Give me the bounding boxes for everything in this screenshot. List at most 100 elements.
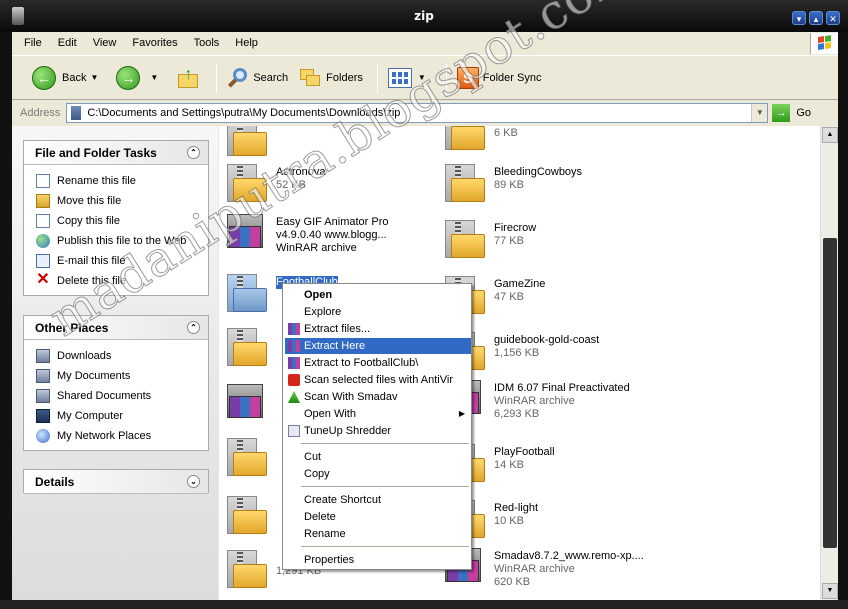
file-item[interactable]: BleedingCowboys 89 KB bbox=[441, 162, 582, 204]
address-dropdown-icon[interactable]: ▼ bbox=[751, 104, 768, 122]
place-network[interactable]: My Network Places bbox=[36, 426, 208, 446]
file-item[interactable]: 6 KB bbox=[441, 126, 518, 152]
scroll-up-icon[interactable]: ▲ bbox=[822, 127, 838, 143]
scroll-thumb[interactable] bbox=[823, 238, 837, 548]
file-item[interactable]: Astronova 52 KB bbox=[223, 162, 326, 204]
task-copy[interactable]: Copy this file bbox=[36, 211, 208, 231]
ctx-open[interactable]: Open bbox=[285, 287, 471, 303]
file-item[interactable] bbox=[223, 326, 267, 368]
forward-button[interactable]: → ▼ bbox=[112, 63, 168, 93]
back-dropdown-icon[interactable]: ▼ bbox=[90, 73, 98, 82]
file-item[interactable] bbox=[223, 494, 267, 536]
windows-logo bbox=[810, 33, 838, 54]
collapse-chevron-icon[interactable]: ⌃ bbox=[187, 146, 200, 159]
folder-sync-button[interactable]: S Folder Sync bbox=[453, 63, 546, 93]
close-button[interactable]: ✕ bbox=[826, 11, 840, 25]
file-item[interactable]: Firecrow 77 KB bbox=[441, 218, 536, 260]
file-tasks-header[interactable]: File and Folder Tasks ⌃ bbox=[24, 141, 208, 165]
task-publish[interactable]: Publish this file to the Web bbox=[36, 231, 208, 251]
zip-folder-icon bbox=[223, 272, 267, 314]
file-type: WinRAR archive bbox=[276, 242, 357, 254]
task-label: Delete this file bbox=[57, 275, 127, 287]
go-button[interactable]: → Go bbox=[772, 104, 811, 122]
search-button[interactable]: Search bbox=[223, 63, 292, 93]
menu-separator bbox=[301, 546, 469, 547]
place-shared-documents[interactable]: Shared Documents bbox=[36, 386, 208, 406]
ctx-explore[interactable]: Explore bbox=[285, 304, 471, 320]
folder-sync-label: Folder Sync bbox=[482, 71, 542, 84]
address-input[interactable]: C:\Documents and Settings\putra\My Docum… bbox=[66, 103, 769, 123]
menu-tools[interactable]: Tools bbox=[186, 32, 228, 54]
ctx-create-shortcut[interactable]: Create Shortcut bbox=[285, 492, 471, 508]
menu-help[interactable]: Help bbox=[227, 32, 266, 54]
file-name: GameZine bbox=[494, 278, 546, 290]
views-dropdown-icon[interactable]: ▼ bbox=[418, 73, 426, 82]
expand-chevron-icon[interactable]: ⌄ bbox=[187, 475, 200, 488]
winrar-icon bbox=[288, 323, 300, 335]
file-name: BleedingCowboys bbox=[494, 166, 583, 178]
smadav-icon bbox=[288, 391, 300, 403]
back-button[interactable]: ← Back ▼ bbox=[28, 63, 108, 93]
menu-favorites[interactable]: Favorites bbox=[124, 32, 185, 54]
folder-icon bbox=[36, 349, 50, 363]
ctx-delete[interactable]: Delete bbox=[285, 509, 471, 525]
taskbar[interactable] bbox=[0, 600, 848, 609]
forward-dropdown-icon[interactable]: ▼ bbox=[150, 73, 158, 82]
winrar-icon bbox=[288, 357, 300, 369]
task-move[interactable]: Move this file bbox=[36, 191, 208, 211]
ctx-extract-here[interactable]: Extract Here bbox=[285, 338, 471, 354]
file-name: Firecrow bbox=[494, 222, 537, 234]
ctx-cut[interactable]: Cut bbox=[285, 449, 471, 465]
back-label: Back bbox=[62, 71, 87, 84]
ctx-open-with[interactable]: Open With ▶ bbox=[285, 406, 471, 422]
ctx-rename[interactable]: Rename bbox=[285, 526, 471, 542]
file-size: 6,293 KB bbox=[494, 408, 540, 420]
details-header[interactable]: Details ⌄ bbox=[24, 470, 208, 494]
collapse-chevron-icon[interactable]: ⌃ bbox=[187, 321, 200, 334]
ctx-extract-to[interactable]: Extract to FootballClub\ bbox=[285, 355, 471, 371]
ctx-copy[interactable]: Copy bbox=[285, 466, 471, 482]
ctx-label: Extract to FootballClub\ bbox=[304, 357, 419, 369]
task-rename[interactable]: Rename this file bbox=[36, 171, 208, 191]
title-bar[interactable]: zip ▾ ▴ ✕ bbox=[0, 0, 848, 32]
ctx-scan-smadav[interactable]: Scan With Smadav bbox=[285, 389, 471, 405]
place-downloads[interactable]: Downloads bbox=[36, 346, 208, 366]
antivir-umbrella-icon bbox=[288, 374, 300, 386]
file-size: 47 KB bbox=[494, 291, 524, 303]
file-name-cont: v4.9.0.40 www.blogg... bbox=[276, 229, 387, 241]
task-label: Copy this file bbox=[57, 215, 120, 227]
menu-file[interactable]: File bbox=[16, 32, 50, 54]
vertical-scrollbar[interactable]: ▲ ▼ bbox=[820, 126, 838, 600]
address-label: Address bbox=[20, 107, 61, 119]
file-name: PlayFootball bbox=[494, 446, 555, 458]
file-size: 6 KB bbox=[494, 127, 518, 139]
menu-edit[interactable]: Edit bbox=[50, 32, 85, 54]
file-item[interactable]: Easy GIF Animator Pro v4.9.0.40 www.blogg… bbox=[223, 212, 388, 255]
folders-button[interactable]: Folders bbox=[296, 63, 367, 93]
other-places-header[interactable]: Other Places ⌃ bbox=[24, 316, 208, 340]
address-bar: Address C:\Documents and Settings\putra\… bbox=[12, 101, 838, 125]
place-my-computer[interactable]: My Computer bbox=[36, 406, 208, 426]
details-title: Details bbox=[35, 475, 75, 489]
task-email[interactable]: E-mail this file bbox=[36, 251, 208, 271]
ctx-properties[interactable]: Properties bbox=[285, 552, 471, 568]
menu-view[interactable]: View bbox=[85, 32, 125, 54]
views-button[interactable]: ▼ bbox=[384, 63, 436, 93]
file-item[interactable] bbox=[223, 126, 267, 158]
toolbar-separator bbox=[216, 62, 218, 93]
file-item[interactable] bbox=[223, 382, 267, 424]
file-item[interactable] bbox=[223, 436, 267, 478]
maximize-button[interactable]: ▴ bbox=[809, 11, 823, 25]
up-button[interactable]: ↑ bbox=[172, 63, 206, 93]
ctx-tuneup-shredder[interactable]: TuneUp Shredder bbox=[285, 423, 471, 439]
views-icon bbox=[387, 67, 412, 88]
place-my-documents[interactable]: My Documents bbox=[36, 366, 208, 386]
ctx-scan-antivir[interactable]: Scan selected files with AntiVir bbox=[285, 372, 471, 388]
search-icon bbox=[227, 67, 249, 89]
minimize-button[interactable]: ▾ bbox=[792, 11, 806, 25]
ctx-label: Scan selected files with AntiVir bbox=[304, 374, 453, 386]
ctx-extract-files[interactable]: Extract files... bbox=[285, 321, 471, 337]
menu-bar: File Edit View Favorites Tools Help bbox=[12, 32, 838, 54]
scroll-down-icon[interactable]: ▼ bbox=[822, 583, 838, 599]
task-delete[interactable]: ✕ Delete this file bbox=[36, 271, 208, 291]
